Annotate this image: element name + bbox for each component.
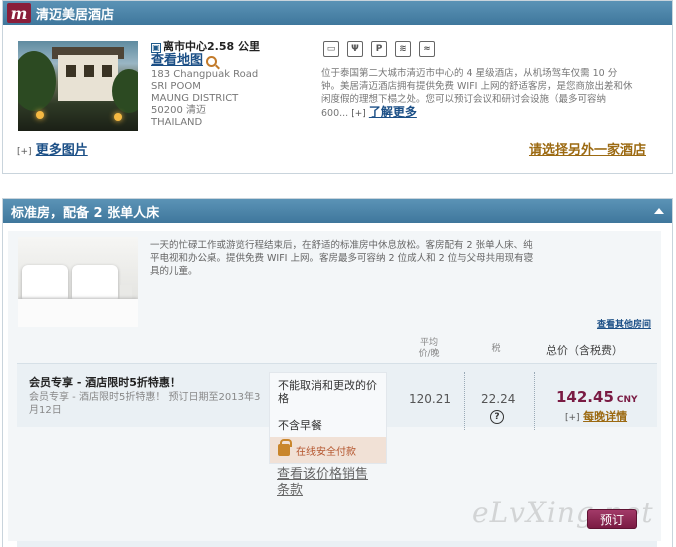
lock-icon bbox=[278, 439, 292, 456]
restaurant-icon: Ψ bbox=[347, 41, 363, 57]
secure-payment-badge: 在线安全付款 bbox=[270, 437, 386, 463]
magnifier-icon bbox=[206, 55, 218, 67]
hotel-photo[interactable] bbox=[18, 41, 138, 131]
rate-title: 会员专享 - 酒店限时5折特惠！ bbox=[29, 376, 181, 389]
total-header: 总价（含税费） bbox=[546, 344, 623, 357]
column-divider bbox=[464, 372, 465, 430]
photo-window bbox=[84, 65, 94, 77]
photo-tree bbox=[18, 51, 56, 111]
hotel-address-block: ▣ 离市中心2.58 公里 查看地图 183 Changpuak Road SRI… bbox=[151, 41, 311, 129]
parking-icon: P bbox=[371, 41, 387, 57]
city-center-icon: ▣ bbox=[151, 43, 161, 53]
address-line: THAILAND bbox=[151, 117, 203, 128]
hotel-header: m 清迈美居酒店 bbox=[3, 1, 672, 25]
view-map-label: 查看地图 bbox=[151, 53, 204, 68]
hotel-description: 位于泰国第二大城市清迈市中心的 4 星级酒店，从机场驾车仅需 10 分钟。美居清… bbox=[321, 67, 635, 121]
photo-tree bbox=[112, 69, 138, 113]
book-button[interactable]: 预订 bbox=[587, 509, 637, 529]
rate-policy-box: 不能取消和更改的价格 不含早餐 在线安全付款 bbox=[269, 372, 387, 464]
collapse-arrow-icon[interactable] bbox=[654, 208, 664, 214]
rate-terms-link[interactable]: 查看该价格销售条款 bbox=[277, 467, 377, 499]
amenity-icons: ▭ Ψ P ≋ ≈ bbox=[323, 41, 435, 57]
cancel-policy: 不能取消和更改的价格 bbox=[278, 379, 377, 405]
address-line: SRI POOM bbox=[151, 81, 201, 92]
nightly-details-link[interactable]: 每晚详情 bbox=[583, 410, 627, 423]
nightly-details[interactable]: [+] 每晚详情 bbox=[565, 408, 627, 424]
address-line: 183 Changpuak Road bbox=[151, 69, 259, 80]
hotel-panel: m 清迈美居酒店 ▣ 离市中心2.58 公里 查看地图 183 Changpuak… bbox=[2, 0, 673, 174]
photo-pillow bbox=[22, 265, 68, 303]
distance-text: 离市中心2.58 公里 bbox=[163, 40, 260, 53]
address-line: 50200 清迈 bbox=[151, 105, 206, 116]
hotel-name: 清迈美居酒店 bbox=[36, 7, 115, 23]
wifi-icon: ≋ bbox=[395, 41, 411, 57]
avg-price-value: 120.21 bbox=[409, 392, 451, 406]
photo-window bbox=[66, 65, 76, 77]
room-title: 标准房，配备 2 张单人床 bbox=[11, 205, 160, 221]
next-row-strip bbox=[17, 541, 657, 547]
total-price: 142.45 CNY bbox=[556, 388, 638, 406]
avg-price-header-line1: 平均 bbox=[419, 338, 438, 348]
more-photos-link[interactable]: 更多图片 bbox=[36, 143, 88, 158]
photo-building bbox=[58, 55, 118, 101]
avg-price-header: 平均 价/晚 bbox=[412, 338, 446, 360]
tv-icon: ▭ bbox=[323, 41, 339, 57]
expand-plus[interactable]: [+] bbox=[351, 109, 366, 119]
learn-more-link[interactable]: 了解更多 bbox=[369, 105, 417, 119]
photo-window bbox=[102, 65, 112, 77]
column-divider bbox=[534, 372, 535, 430]
total-price-value: 142.45 bbox=[556, 388, 614, 406]
hotel-description-text: 位于泰国第二大城市清迈市中心的 4 星级酒店，从机场驾车仅需 10 分钟。美居清… bbox=[321, 68, 633, 119]
tax-header: 税 bbox=[491, 344, 501, 354]
choose-other-hotel-link[interactable]: 请选择另外一家酒店 bbox=[529, 139, 646, 158]
tax-info-icon[interactable]: ? bbox=[490, 410, 504, 424]
photo-pillow bbox=[72, 265, 118, 303]
view-other-rooms-link[interactable]: 查看其他房间 bbox=[597, 317, 651, 330]
pool-icon: ≈ bbox=[419, 41, 435, 57]
photo-lamp bbox=[36, 111, 44, 119]
more-photos[interactable]: [+] 更多图片 bbox=[17, 139, 88, 158]
rate-subtitle: 会员专享 - 酒店限时5折特惠！ 预订日期至2013年3月12日 bbox=[29, 392, 261, 416]
room-photo[interactable] bbox=[18, 237, 138, 327]
photo-bed bbox=[18, 299, 138, 327]
room-header[interactable]: 标准房，配备 2 张单人床 bbox=[3, 199, 672, 223]
distance-row: ▣ 离市中心2.58 公里 bbox=[151, 41, 311, 53]
secure-payment-text: 在线安全付款 bbox=[296, 446, 356, 458]
view-map-link[interactable]: 查看地图 bbox=[151, 53, 218, 69]
address-line: MAUNG DISTRICT bbox=[151, 93, 239, 104]
photo-lamp bbox=[114, 113, 122, 121]
more-photos-plus: [+] bbox=[17, 147, 32, 157]
tax-value: 22.24 bbox=[481, 392, 516, 406]
brand-logo-icon: m bbox=[7, 3, 31, 23]
nightly-plus: [+] bbox=[565, 413, 580, 423]
avg-price-header-line2: 价/晚 bbox=[418, 349, 440, 359]
breakfast-policy: 不含早餐 bbox=[278, 419, 322, 432]
currency: CNY bbox=[616, 395, 638, 405]
room-description: 一天的忙碌工作或游览行程结束后，在舒适的标准房中休息放松。客房配有 2 张单人床… bbox=[150, 240, 534, 277]
